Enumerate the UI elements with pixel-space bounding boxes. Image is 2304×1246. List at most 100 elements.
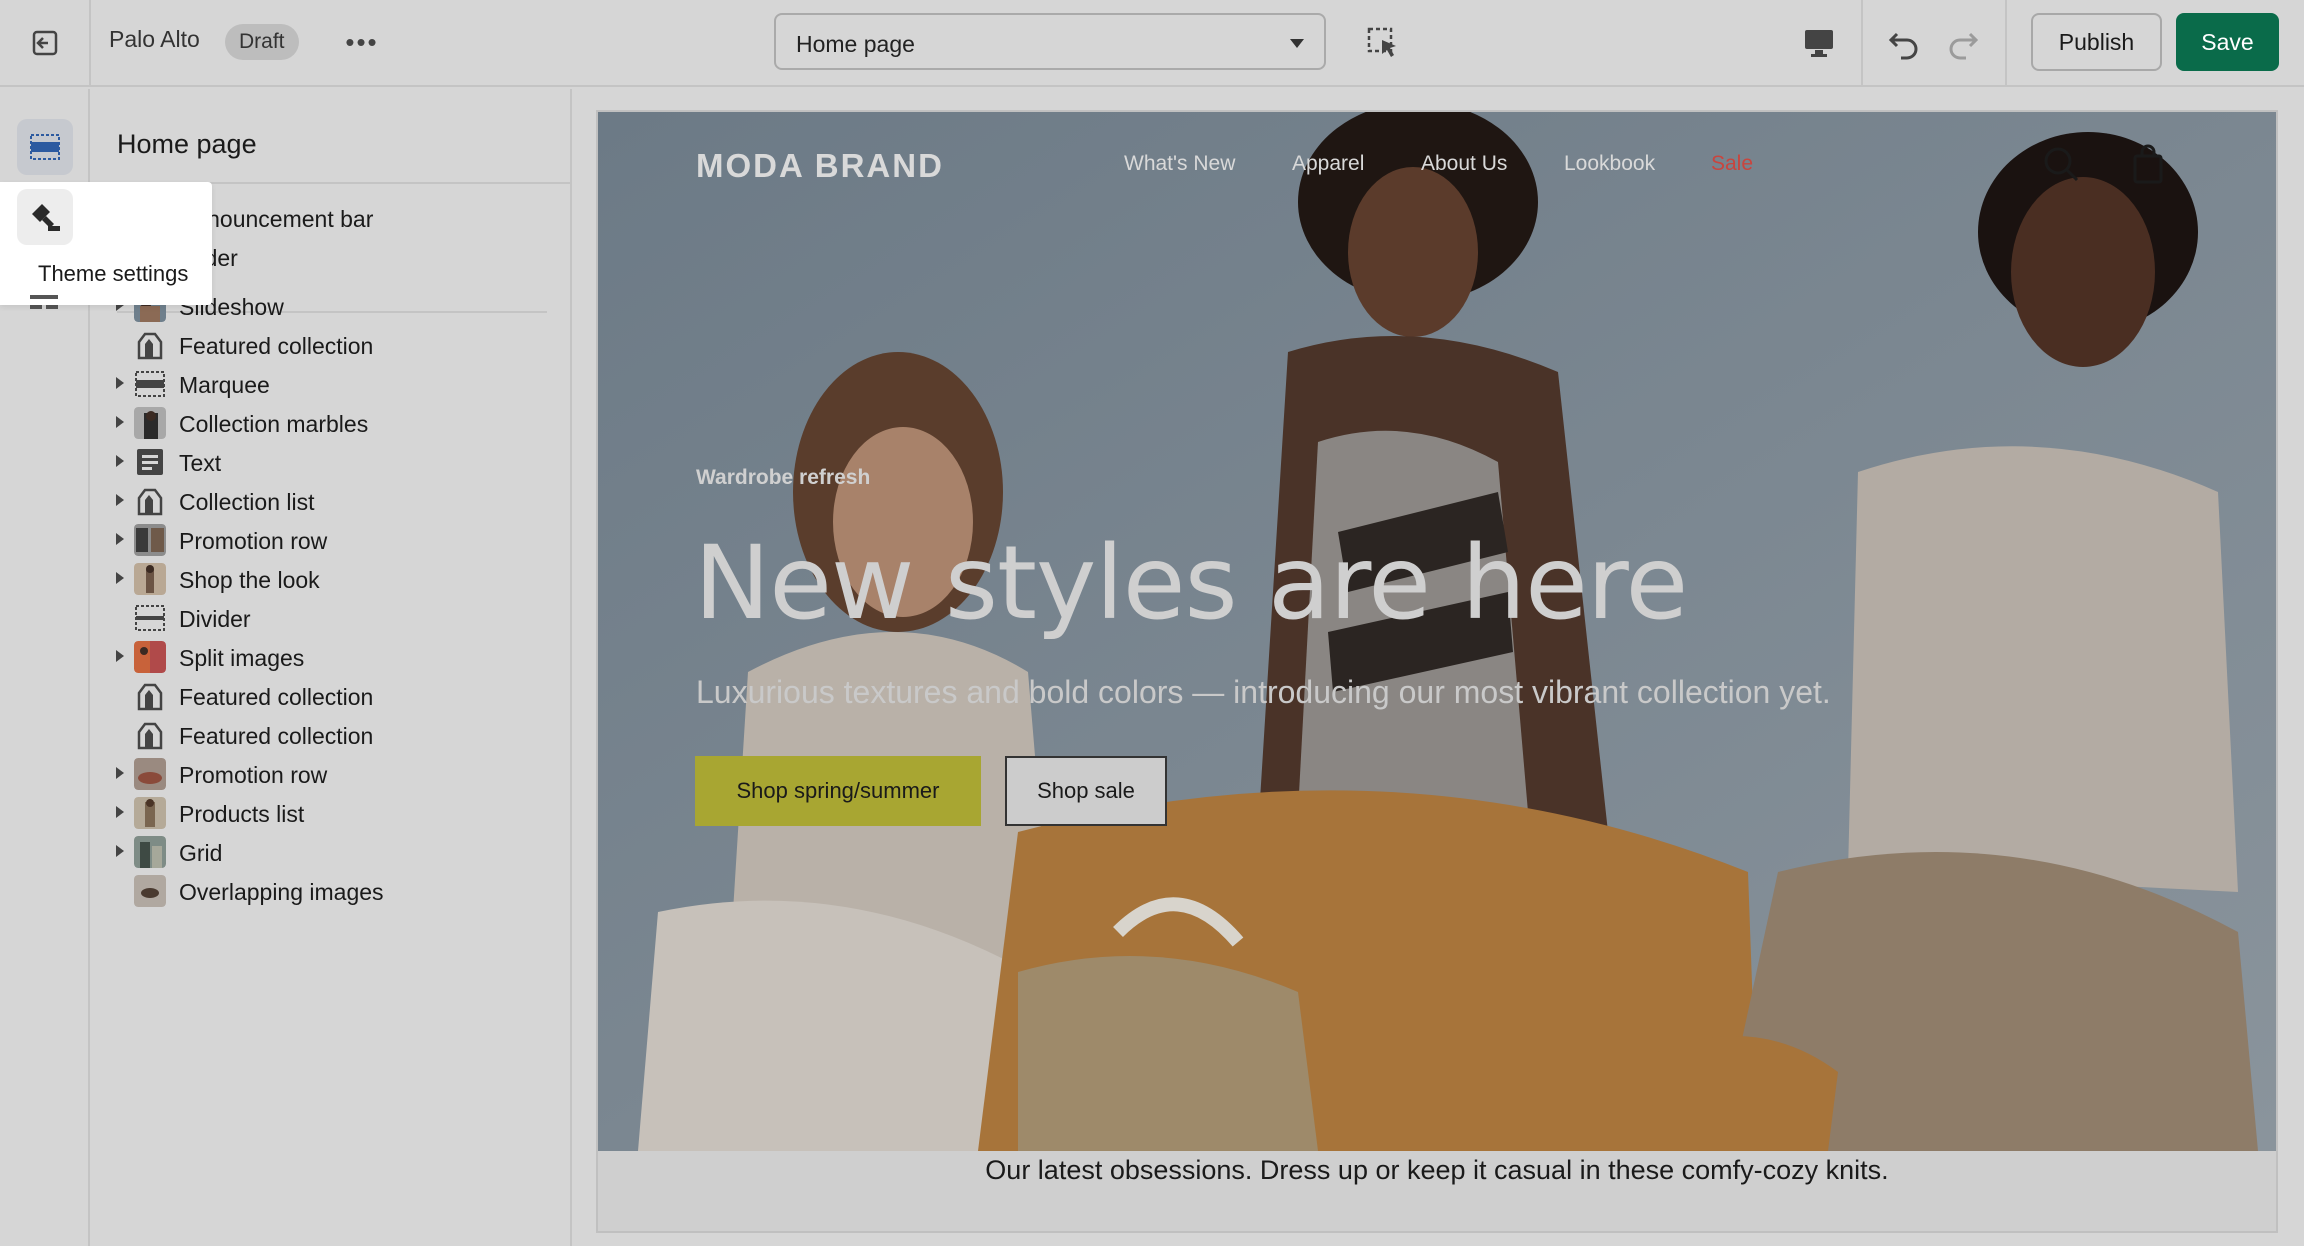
split-images-thumbnail [134,641,166,673]
chevron-down-icon [1290,39,1304,48]
hero-slideshow[interactable]: MODA BRAND What's New Apparel About Us L… [598,112,2276,1151]
save-button[interactable]: Save [2176,13,2279,71]
section-item-marquee[interactable]: Marquee [116,362,546,406]
cart-icon[interactable] [2126,142,2170,186]
redo-button[interactable] [1940,20,1986,66]
undo-button[interactable] [1881,20,1927,66]
section-label: Featured collection [179,333,374,359]
tag-icon [134,680,166,712]
expand-triangle-icon[interactable] [116,650,124,662]
section-label: Marquee [179,372,270,398]
section-label: Featured collection [179,723,374,749]
section-item-featured-collection[interactable]: Featured collection [116,713,546,757]
nav-link-whats-new[interactable]: What's New [1124,152,1235,176]
section-label: Products list [179,801,305,827]
section-label: Split images [179,645,305,671]
section-label: Collection list [179,489,315,515]
more-actions-button[interactable]: ••• [340,22,384,62]
shop-spring-summer-button[interactable]: Shop spring/summer [695,756,981,826]
expand-triangle-icon[interactable] [116,806,124,818]
nav-link-lookbook[interactable]: Lookbook [1564,152,1655,176]
expand-triangle-icon[interactable] [116,416,124,428]
section-item-collection-marbles[interactable]: Collection marbles [116,401,546,445]
undo-icon [1888,32,1918,60]
status-badge: Draft [225,24,299,60]
page-selector-value: Home page [796,31,915,57]
nav-link-apparel[interactable]: Apparel [1292,152,1364,176]
panel-title: Home page [117,129,257,159]
promotion-row-thumbnail [134,524,166,556]
rail-sections-button[interactable] [17,119,73,175]
tag-icon [134,719,166,751]
section-label: Featured collection [179,684,374,710]
expand-triangle-icon[interactable] [116,572,124,584]
brand-logo[interactable]: MODA BRAND [696,147,944,185]
expand-triangle-icon[interactable] [116,377,124,389]
section-label: Shop the look [179,567,320,593]
top-bar: Palo Alto Draft ••• Home page Publish Sa… [0,0,2304,87]
shop-sale-button[interactable]: Shop sale [1005,756,1167,826]
section-label: Text [179,450,222,476]
exit-icon[interactable] [20,18,70,68]
nav-link-sale[interactable]: Sale [1711,152,1753,176]
nav-link-about-us[interactable]: About Us [1421,152,1507,176]
text-section-caption: Our latest obsessions. Dress up or keep … [985,1155,1889,1185]
grid-thumbnail [134,836,166,868]
search-icon[interactable] [2039,142,2083,186]
section-label: Promotion row [179,762,328,788]
products-list-thumbnail [134,797,166,829]
redo-icon [1949,32,1979,60]
expand-triangle-icon[interactable] [116,494,124,506]
section-item-grid[interactable]: Grid [116,830,546,874]
desktop-icon [1805,30,1833,57]
section-item-collection-list[interactable]: Collection list [116,479,546,523]
desktop-view-button[interactable] [1796,20,1842,66]
tooltip-text: Theme settings [38,261,189,286]
section-label: Overlapping images [179,879,384,905]
overlapping-images-thumbnail [134,875,166,907]
section-item-products-list[interactable]: Products list [116,791,546,835]
section-item-shop-the-look[interactable]: Shop the look [116,557,546,601]
section-item-overlapping-images[interactable]: Overlapping images [116,869,546,913]
header-icon [30,295,58,305]
section-item-featured-collection[interactable]: Featured collection [116,323,546,367]
section-item-text[interactable]: Text [116,440,546,484]
more-icon: ••• [345,26,379,57]
hero-kicker: Wardrobe refresh [696,466,871,489]
store-preview: MODA BRAND What's New Apparel About Us L… [596,110,2278,1233]
divider [2005,0,2007,87]
section-item-promotion-row[interactable]: Promotion row [116,752,546,796]
section-label: Grid [179,840,223,866]
marquee-icon [134,368,166,400]
divider [1861,0,1863,87]
expand-triangle-icon[interactable] [116,533,124,545]
section-item-promotion-row[interactable]: Promotion row [116,518,546,562]
tag-icon [134,329,166,361]
divider [89,0,91,87]
hero-subheading: Luxurious textures and bold colors — int… [696,674,1831,710]
expand-triangle-icon[interactable] [116,455,124,467]
expand-triangle-icon[interactable] [116,845,124,857]
paint-brush-icon [32,204,60,231]
promotion-row-thumbnail [134,758,166,790]
collection-marbles-thumbnail [134,407,166,439]
shop-the-look-thumbnail [134,563,166,595]
divider-icon [134,602,166,634]
sections-icon [30,134,60,160]
section-item-split-images[interactable]: Split images [116,635,546,679]
theme-settings-button[interactable] [17,189,73,245]
store-name: Palo Alto [109,26,200,52]
inspector-button[interactable] [1360,20,1406,66]
tag-icon [134,485,166,517]
expand-triangle-icon[interactable] [116,767,124,779]
section-item-featured-collection[interactable]: Featured collection [116,674,546,718]
select-cursor-icon [1367,27,1396,57]
text-icon [134,446,166,478]
section-label: Collection marbles [179,411,369,437]
page-selector[interactable]: Home page [774,13,1326,70]
publish-button[interactable]: Publish [2031,13,2162,71]
section-label: Divider [179,606,251,632]
theme-settings-tooltip: Theme settings [0,182,212,305]
section-label: Promotion row [179,528,328,554]
section-item-divider[interactable]: Divider [116,596,546,640]
